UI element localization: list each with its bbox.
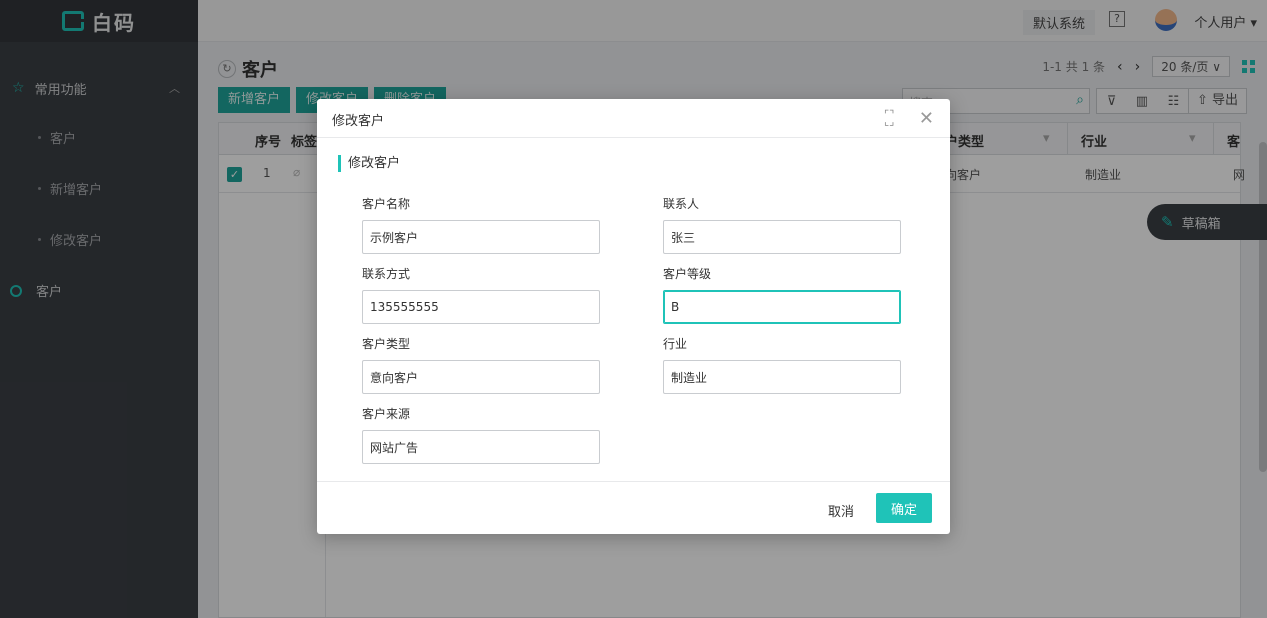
cancel-button[interactable]: 取消 (828, 501, 854, 520)
customer-type-label: 客户类型 (362, 337, 411, 351)
customer-level-field[interactable] (663, 290, 901, 324)
customer-name-label: 客户名称 (362, 197, 411, 211)
modal-footer: 取消 确定 (317, 481, 950, 534)
modal-title: 修改客户 (332, 114, 385, 129)
customer-source-field[interactable] (362, 430, 600, 464)
contact-method-field[interactable] (362, 290, 600, 324)
customer-level-label: 客户等级 (663, 267, 712, 281)
customer-type-field[interactable] (362, 360, 600, 394)
contact-method-label: 联系方式 (362, 267, 411, 281)
contact-person-label: 联系人 (663, 197, 700, 211)
fullscreen-icon[interactable]: ⌜⌝ ⌞⌟ (884, 109, 900, 127)
customer-source-label: 客户来源 (362, 407, 411, 421)
contact-person-field[interactable] (663, 220, 901, 254)
confirm-button[interactable]: 确定 (876, 493, 932, 523)
industry-field[interactable] (663, 360, 901, 394)
customer-name-field[interactable] (362, 220, 600, 254)
section-title: 修改客户 (338, 155, 400, 172)
modal-header: 修改客户 ⌜⌝ ⌞⌟ ✕ (317, 99, 950, 138)
edit-customer-modal: 修改客户 ⌜⌝⌞⌟ ✕ 修改客户 客户名称 联系方式 客户类型 客户来源 联系人… (317, 99, 950, 534)
close-icon[interactable]: ✕ (919, 108, 934, 129)
industry-label: 行业 (663, 337, 688, 351)
